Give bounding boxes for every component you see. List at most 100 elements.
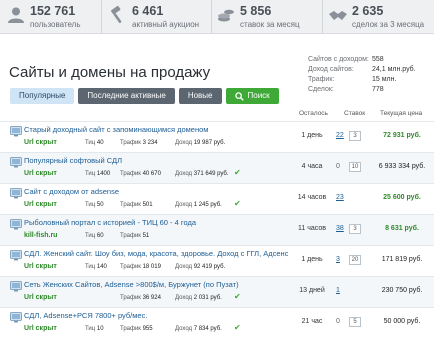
- summary-key: Трафик:: [308, 76, 335, 83]
- tab-new[interactable]: Новые: [178, 88, 222, 104]
- lot-tic: Тиц 50: [85, 202, 104, 208]
- traffic-value: 955: [142, 326, 153, 332]
- income-label: Доход: [175, 202, 193, 208]
- lot-traffic: Трафик 36 924: [120, 295, 161, 301]
- lot-time-left: 21 час: [301, 318, 323, 325]
- lot-income: Доход 1 245 руб.: [175, 202, 222, 208]
- income-value: 2 031 руб.: [193, 295, 222, 301]
- handshake-icon: [329, 11, 347, 20]
- lot-title-link[interactable]: Сеть Женских Сайтов, Adsense >800$/м, Бу…: [24, 280, 239, 289]
- lot-bids-link[interactable]: 1: [336, 287, 340, 294]
- table-row: Сеть Женских Сайтов, Adsense >800$/м, Бу…: [0, 276, 434, 307]
- summary-row: Трафик: 15 млн.: [308, 75, 428, 85]
- stat-label: ставок за месяц: [240, 20, 300, 29]
- lot-list: Старый доходный сайт с запоминающимся до…: [0, 121, 434, 338]
- lot-title-link[interactable]: СДЛ. Женский сайт. Шоу биз, мода, красот…: [24, 249, 288, 258]
- table-row: СДЛ. Женский сайт. Шоу биз, мода, красот…: [0, 245, 434, 276]
- lot-traffic: Трафик 955: [120, 326, 153, 332]
- summary-key: Доход сайтов:: [308, 66, 354, 73]
- tic-label: Тиц: [85, 140, 96, 146]
- traffic-label: Трафик: [120, 264, 141, 270]
- lot-watch-count[interactable]: 20: [349, 255, 361, 265]
- table-row: СДЛ, Adsense+РСЯ 7800+ руб/мес. Url скрыт…: [0, 307, 434, 338]
- summary-value: 24,1 млн.руб.: [372, 66, 416, 73]
- lot-url[interactable]: kill-fish.ru: [24, 232, 57, 239]
- traffic-label: Трафик: [120, 233, 141, 239]
- income-value: 7 834 руб.: [193, 326, 222, 332]
- lot-watch-count[interactable]: 3: [349, 131, 361, 141]
- lot-watch-count[interactable]: 5: [349, 317, 361, 327]
- table-row: Сайт с доходом от adsense Url скрыт Тиц 50…: [0, 183, 434, 214]
- lot-time-left: 4 часа: [301, 163, 323, 170]
- divider: [211, 0, 212, 34]
- lot-traffic: Трафик 3 234: [120, 140, 158, 146]
- verified-check-icon: ✔: [234, 168, 241, 177]
- lot-bids-link[interactable]: 3: [336, 256, 340, 263]
- summary-row: Доход сайтов: 24,1 млн.руб.: [308, 65, 428, 75]
- lot-price: 230 750 руб.: [381, 287, 423, 294]
- stat-value: 152 761: [30, 4, 76, 18]
- search-label: Поиск: [247, 91, 270, 100]
- stat-label: пользователь: [30, 20, 81, 29]
- lot-title-link[interactable]: Старый доходный сайт с запоминающимся до…: [24, 125, 208, 134]
- site-thumbnail-icon: [10, 157, 22, 168]
- table-row: Старый доходный сайт с запоминающимся до…: [0, 121, 434, 152]
- traffic-value: 40 670: [142, 171, 161, 177]
- divider: [101, 0, 102, 34]
- tab-recent-active[interactable]: Последние активные: [78, 88, 175, 104]
- site-thumbnail-icon: [10, 188, 22, 199]
- lot-traffic: Трафик 40 670: [120, 171, 161, 177]
- lot-bids-link[interactable]: 0: [336, 163, 340, 170]
- site-thumbnail-icon: [10, 219, 22, 230]
- lot-title-link[interactable]: Сайт с доходом от adsense: [24, 187, 119, 196]
- traffic-label: Трафик: [120, 295, 141, 301]
- tic-value: 140: [96, 264, 107, 270]
- lot-income: Доход 2 031 руб.: [175, 295, 222, 301]
- summary-row: Сделок: 778: [308, 85, 428, 95]
- lot-title-link[interactable]: Рыболовный портал с историей - ТИЦ 60 - …: [24, 218, 196, 227]
- lot-bids-link[interactable]: 22: [336, 132, 344, 139]
- lot-tic: Тиц 1400: [85, 171, 110, 177]
- lot-price: 72 931 руб.: [383, 132, 421, 139]
- table-row: Популярный софтовый СДЛ Url скрыт Тиц 1400…: [0, 152, 434, 183]
- tic-label: Тиц: [85, 202, 96, 208]
- table-header: Осталось Ставок Текущая цена: [0, 107, 434, 121]
- lot-price: 8 631 руб.: [385, 225, 419, 232]
- tic-label: Тиц: [85, 171, 96, 177]
- lot-time-left: 13 дней: [299, 287, 325, 294]
- lot-watch-count[interactable]: 10: [349, 162, 361, 172]
- income-value: 19 987 руб.: [193, 140, 226, 146]
- traffic-value: 51: [142, 233, 150, 239]
- tic-value: 40: [96, 140, 104, 146]
- traffic-label: Трафик: [120, 326, 141, 332]
- tab-popular[interactable]: Популярные: [10, 88, 75, 104]
- traffic-label: Трафик: [120, 140, 141, 146]
- traffic-value: 18 019: [142, 264, 161, 270]
- lot-traffic: Трафик 51: [120, 233, 149, 239]
- tic-label: Тиц: [85, 326, 96, 332]
- lot-tic: Тиц 60: [85, 233, 104, 239]
- verified-check-icon: ✔: [234, 323, 241, 332]
- filter-tabs: Популярные Последние активные Новые Поис…: [10, 88, 279, 104]
- site-thumbnail-icon: [10, 312, 22, 323]
- income-label: Доход: [175, 264, 193, 270]
- summary-key: Сделок:: [308, 86, 334, 93]
- income-value: 1 245 руб.: [193, 202, 222, 208]
- income-value: 371 649 руб.: [193, 171, 229, 177]
- verified-check-icon: ✔: [234, 292, 241, 301]
- lot-bids-link[interactable]: 38: [336, 225, 344, 232]
- lot-time-left: 14 часов: [297, 194, 327, 201]
- lot-title-link[interactable]: СДЛ, Adsense+РСЯ 7800+ руб/мес.: [24, 311, 147, 320]
- lot-title-link[interactable]: Популярный софтовый СДЛ: [24, 156, 122, 165]
- traffic-label: Трафик: [120, 171, 141, 177]
- lot-income: Доход 19 987 руб.: [175, 140, 225, 146]
- stats-bar: 152 761 пользователь 6 461 активный аукц…: [0, 0, 434, 34]
- stat-label: активный аукцион: [132, 20, 200, 29]
- income-label: Доход: [175, 295, 193, 301]
- lot-watch-count[interactable]: 3: [349, 224, 361, 234]
- lot-bids-link[interactable]: 0: [336, 318, 340, 325]
- tic-value: 50: [96, 202, 104, 208]
- lot-url: Url скрыт: [24, 325, 57, 332]
- lot-bids-link[interactable]: 23: [336, 194, 344, 201]
- search-button[interactable]: Поиск: [225, 88, 279, 104]
